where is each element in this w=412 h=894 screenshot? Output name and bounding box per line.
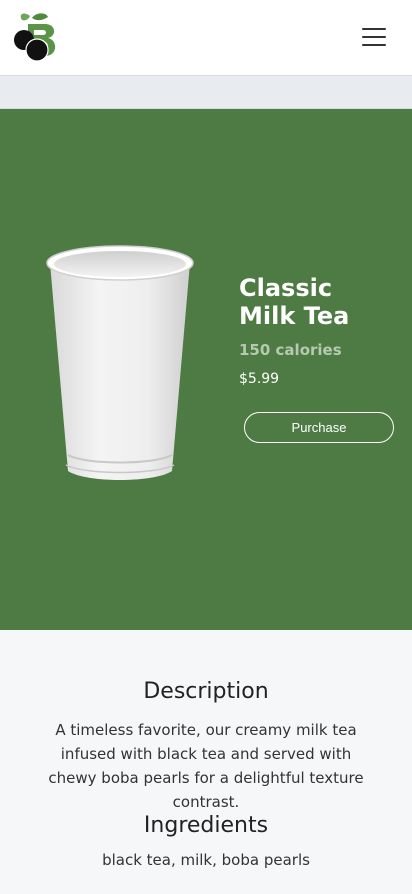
product-title: Classic Milk Tea (239, 274, 350, 330)
description-text: A timeless favorite, our creamy milk tea… (48, 721, 364, 811)
purchase-button[interactable]: Purchase (244, 412, 394, 443)
boba-logo-icon[interactable] (12, 12, 62, 64)
nav-spacer (0, 76, 412, 109)
hamburger-menu-icon[interactable] (362, 26, 386, 48)
navbar (0, 0, 412, 76)
ingredients-heading: Ingredients (143, 813, 269, 838)
paper-cup-image (46, 245, 194, 480)
product-calories: 150 calories (239, 341, 342, 359)
product-price: $5.99 (239, 371, 280, 387)
description-heading: Description (143, 679, 269, 704)
product-hero: Classic Milk Tea 150 calories $5.99 Purc… (0, 109, 412, 630)
ingredients-text: black tea, milk, boba pearls (102, 851, 310, 869)
product-details: Description A timeless favorite, our cre… (0, 630, 412, 894)
